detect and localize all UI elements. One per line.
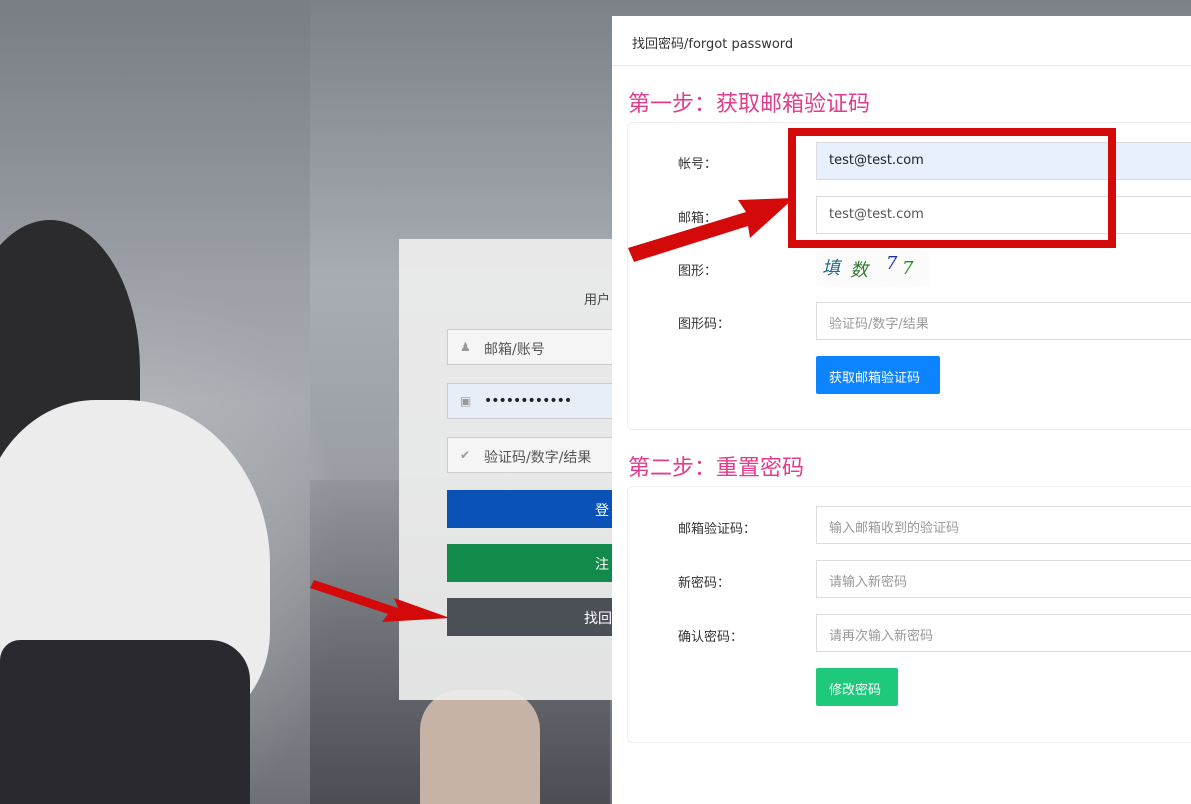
check-icon: ✔ xyxy=(460,448,471,462)
login-user-tab[interactable]: 用户 xyxy=(584,289,610,308)
change-password-button[interactable]: 修改密码 xyxy=(816,668,898,706)
login-password-field[interactable]: ▣ •••••••••••• xyxy=(447,383,619,419)
login-password-value: •••••••••••• xyxy=(484,393,572,409)
captcha-code-input[interactable]: 验证码/数字/结果 xyxy=(816,302,1191,340)
user-icon: ♟ xyxy=(460,340,471,354)
captcha-code-label: 图形码： xyxy=(678,317,731,332)
new-password-label: 新密码： xyxy=(678,576,731,591)
new-password-placeholder: 请输入新密码 xyxy=(829,575,908,590)
captcha-char-2: 数 xyxy=(850,260,868,281)
new-password-input[interactable]: 请输入新密码 xyxy=(816,560,1191,598)
change-password-button-label: 修改密码 xyxy=(829,683,882,698)
annotation-highlight-box xyxy=(788,128,1116,248)
email-code-label: 邮箱验证码： xyxy=(678,522,757,537)
confirm-password-input[interactable]: 请再次输入新密码 xyxy=(816,614,1191,652)
annotation-arrow-email xyxy=(628,198,794,262)
modal-header: 找回密码/forgot password xyxy=(612,16,1191,66)
annotation-arrow-forgot xyxy=(310,580,450,622)
login-button-label: 登 xyxy=(595,503,609,519)
register-button-label: 注 xyxy=(595,557,609,573)
login-panel: 用户 ♟ 邮箱/账号 ▣ •••••••••••• ✔ 验证码/数字/结果 登 … xyxy=(399,239,619,700)
captcha-char-3: 7 xyxy=(886,253,898,274)
background-figure-legs xyxy=(420,690,540,804)
login-button[interactable]: 登 xyxy=(447,490,619,528)
confirm-password-label: 确认密码： xyxy=(678,630,744,645)
captcha-code-placeholder: 验证码/数字/结果 xyxy=(829,317,929,332)
background-figure-skirt xyxy=(0,640,250,804)
step1-title: 第一步：获取邮箱验证码 xyxy=(628,92,871,117)
confirm-password-placeholder: 请再次输入新密码 xyxy=(829,629,934,644)
email-code-input[interactable]: 输入邮箱收到的验证码 xyxy=(816,506,1191,544)
register-button[interactable]: 注 xyxy=(447,544,619,582)
captcha-char-4: 7 xyxy=(902,258,914,279)
get-email-code-button-label: 获取邮箱验证码 xyxy=(829,371,921,386)
modal-title: 找回密码/forgot password xyxy=(632,37,794,52)
login-captcha-placeholder: 验证码/数字/结果 xyxy=(484,450,592,466)
login-captcha-field[interactable]: ✔ 验证码/数字/结果 xyxy=(447,437,619,473)
captcha-image[interactable]: 填 数 7 7 xyxy=(816,250,929,286)
email-code-placeholder: 输入邮箱收到的验证码 xyxy=(829,521,960,536)
get-email-code-button[interactable]: 获取邮箱验证码 xyxy=(816,356,940,394)
login-email-placeholder: 邮箱/账号 xyxy=(484,342,545,358)
account-label: 帐号： xyxy=(678,157,718,172)
forgot-password-button-label: 找回 xyxy=(584,611,612,627)
forgot-password-button[interactable]: 找回 xyxy=(447,598,619,636)
captcha-char-1: 填 xyxy=(822,258,840,279)
lock-icon: ▣ xyxy=(460,394,472,408)
step2-title: 第二步：重置密码 xyxy=(628,456,805,481)
login-email-field[interactable]: ♟ 邮箱/账号 xyxy=(447,329,619,365)
